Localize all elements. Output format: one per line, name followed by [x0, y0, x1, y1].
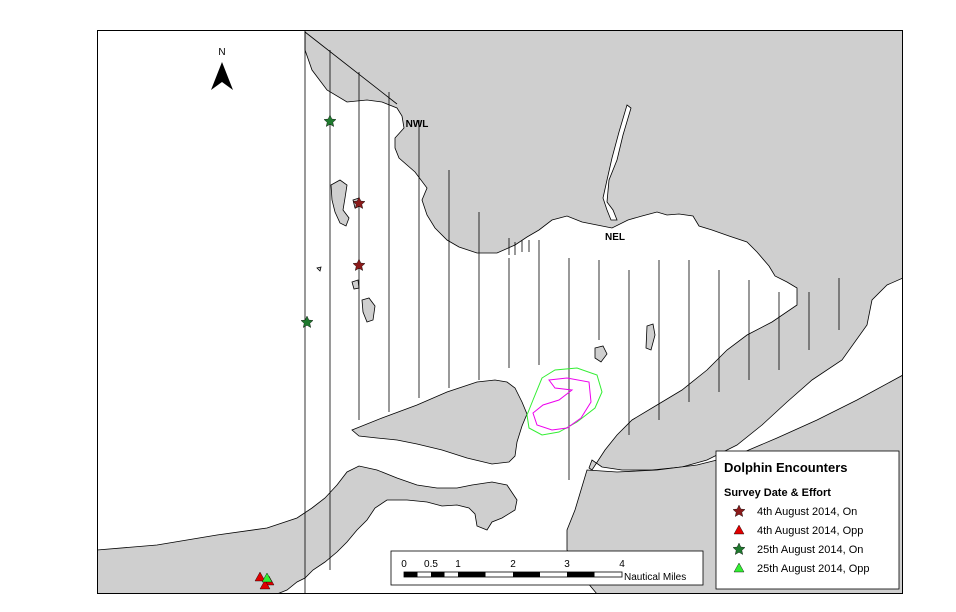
- legend-item-label: 25th August 2014, Opp: [757, 563, 870, 575]
- map-frame: N NWL NEL 0 0.5 1 2 3 4 Nautical Miles D…: [96, 29, 904, 595]
- scale-tick-label: 2: [510, 559, 516, 570]
- scale-tick-label: 0: [401, 559, 407, 570]
- legend-item-label: 25th August 2014, On: [757, 544, 863, 556]
- scale-tick-label: 3: [564, 559, 570, 570]
- scale-tick-label: 4: [619, 559, 625, 570]
- map-canvas: N NWL NEL 0 0.5 1 2 3 4 Nautical Miles D…: [96, 29, 904, 595]
- place-label-nwl: NWL: [406, 119, 429, 130]
- north-label: N: [218, 47, 225, 58]
- place-label-nel: NEL: [605, 232, 625, 243]
- legend-subtitle: Survey Date & Effort: [724, 487, 831, 499]
- scale-bar: 0 0.5 1 2 3 4 Nautical Miles: [390, 550, 704, 586]
- legend: Dolphin Encounters Survey Date & Effort …: [715, 450, 900, 590]
- scale-tick-label: 1: [455, 559, 461, 570]
- scale-tick-label: 0.5: [424, 559, 438, 570]
- legend-item-label: 4th August 2014, On: [757, 506, 857, 518]
- legend-title: Dolphin Encounters: [724, 460, 848, 475]
- legend-item-label: 4th August 2014, Opp: [757, 525, 863, 537]
- scale-unit: Nautical Miles: [624, 572, 686, 583]
